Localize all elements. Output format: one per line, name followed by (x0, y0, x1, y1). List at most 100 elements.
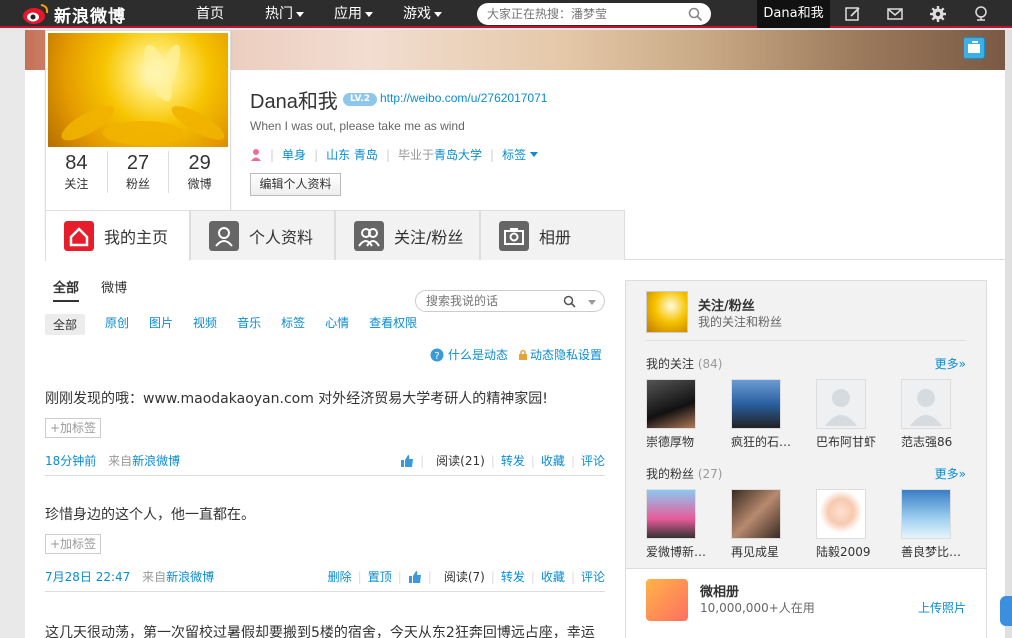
avatar-card: 84 关注 27 粉丝 29 微博 (45, 30, 231, 238)
favorite-button[interactable]: 收藏 (541, 452, 565, 469)
help-icon: ? (430, 348, 444, 362)
filter-all[interactable]: 全部 (45, 314, 86, 335)
scrollbar[interactable] (1005, 30, 1012, 638)
filter-music[interactable]: 音乐 (237, 314, 261, 335)
like-icon[interactable] (400, 454, 414, 468)
repost-button[interactable]: 转发 (501, 568, 525, 585)
post-source[interactable]: 新浪微博 (132, 454, 180, 468)
edit-profile-button[interactable]: 编辑个人资料 (250, 173, 341, 196)
following-label: 我的关注 (646, 357, 695, 371)
profile-stats: 84 关注 27 粉丝 29 微博 (46, 151, 230, 193)
stat-followers[interactable]: 27 粉丝 (106, 151, 169, 193)
compose-icon[interactable] (844, 5, 862, 23)
following-more-link[interactable]: 更多» (935, 355, 966, 372)
post-meta: 7月28日 22:47 来自新浪微博 删除 | 置顶 | | 阅读(7) | 转… (45, 568, 605, 590)
mail-icon[interactable] (886, 5, 904, 23)
relationship-status[interactable]: 单身 (282, 146, 306, 163)
filter-original[interactable]: 原创 (105, 314, 129, 335)
follow-widget-title[interactable]: 关注/粉丝 (698, 295, 755, 314)
feed-tab-all[interactable]: 全部 (53, 281, 80, 302)
feed-search-input[interactable] (416, 291, 556, 311)
privacy-settings-link[interactable]: 动态隐私设置 (530, 346, 602, 363)
user-menu[interactable]: Dana和我 (757, 0, 830, 28)
nav-games[interactable]: 游戏 (403, 0, 442, 28)
delete-button[interactable]: 删除 (328, 568, 352, 585)
tab-follow[interactable]: 关注/粉丝 (335, 210, 480, 260)
avatar (646, 379, 696, 429)
what-is-feed-link[interactable]: 什么是动态 (448, 346, 508, 363)
upload-photo-link[interactable]: 上传照片 (918, 599, 966, 616)
gear-icon[interactable] (929, 5, 947, 23)
comment-button[interactable]: 评论 (581, 452, 605, 469)
chevron-down-icon[interactable] (588, 300, 596, 305)
filter-videos[interactable]: 视频 (193, 314, 217, 335)
feed-filters: 全部 原创 图片 视频 音乐 标签 心情 查看权限 (45, 314, 437, 335)
feed-tab-weibo[interactable]: 微博 (101, 281, 127, 296)
post-time[interactable]: 7月28日 22:47 (45, 570, 130, 584)
profile-page: 84 关注 27 粉丝 29 微博 Dana和我 LV.2 http://wei… (25, 30, 1005, 638)
nav-home[interactable]: 首页 (196, 0, 224, 28)
post-actions: 删除 | 置顶 | | 阅读(7) | 转发 | 收藏 | 评论 (328, 568, 605, 585)
chevron-down-icon (530, 152, 539, 157)
profile-url[interactable]: http://weibo.com/u/2762017071 (380, 91, 547, 105)
follow-widget-subtitle: 我的关注和粉丝 (698, 315, 783, 329)
weibo-logo[interactable]: 新浪微博 (22, 3, 126, 27)
favorite-button[interactable]: 收藏 (541, 568, 565, 585)
filter-tags[interactable]: 标签 (281, 314, 305, 335)
tab-album[interactable]: 相册 (480, 210, 625, 260)
avatar[interactable] (48, 33, 228, 147)
post-source[interactable]: 新浪微博 (166, 570, 214, 584)
nav-hot[interactable]: 热门 (265, 0, 304, 28)
tab-album-label: 相册 (539, 227, 572, 247)
following-item[interactable]: 范志强86 (901, 379, 986, 450)
album-title[interactable]: 微相册 (700, 581, 739, 600)
logo-text: 新浪微博 (54, 6, 126, 27)
tags-dropdown[interactable]: 标签 (502, 146, 526, 163)
search-icon[interactable] (688, 7, 703, 22)
top-bar: 新浪微博 首页 热门 应用 游戏 Dana和我 (0, 0, 1012, 28)
scroll-top-button[interactable] (1000, 596, 1012, 626)
following-item[interactable]: 巴布阿甘虾 (816, 379, 901, 450)
filter-mood[interactable]: 心情 (325, 314, 349, 335)
stat-posts[interactable]: 29 微博 (168, 151, 230, 193)
nav-apps[interactable]: 应用 (334, 0, 373, 28)
followers-label: 我的粉丝 (646, 467, 695, 481)
separator: | (314, 147, 319, 162)
following-count: (84) (697, 357, 723, 371)
following-name: 巴布阿甘虾 (816, 435, 877, 449)
svg-text:?: ? (434, 351, 439, 362)
post-time[interactable]: 18分钟前 (45, 454, 96, 468)
stat-following[interactable]: 84 关注 (46, 151, 107, 193)
followers-more-link[interactable]: 更多» (935, 465, 966, 482)
follower-item[interactable]: 爱微博新… (646, 489, 731, 560)
level-badge[interactable]: LV.2 (343, 93, 377, 106)
follower-item[interactable]: 陆毅2009 (816, 489, 901, 560)
follower-item[interactable]: 再见成星 (731, 489, 816, 560)
like-icon[interactable] (408, 570, 422, 584)
repost-button[interactable]: 转发 (501, 452, 525, 469)
nav-hot-label: 热门 (265, 6, 293, 22)
logout-icon[interactable] (972, 5, 990, 23)
post-text: 这几天很动荡，第一次留校过暑假却要搬到5楼的宿舍，今天从东2狂奔回博远占座，幸运 (45, 625, 595, 638)
follower-item[interactable]: 善良梦比… (901, 489, 986, 560)
post-meta: 18分钟前 来自新浪微博 | 阅读(21) | 转发 | 收藏 | 评论 (45, 452, 605, 474)
top-search-input[interactable] (477, 3, 677, 25)
search-icon[interactable] (563, 295, 576, 308)
school-link[interactable]: 青岛大学 (434, 146, 482, 163)
following-item[interactable]: 疯狂的石… (731, 379, 816, 450)
separator: | (397, 569, 402, 584)
following-item[interactable]: 崇德厚物 (646, 379, 731, 450)
comment-button[interactable]: 评论 (581, 568, 605, 585)
following-title: 我的关注 (84) (646, 355, 722, 372)
add-tag-button[interactable]: +加标签 (45, 534, 101, 554)
tab-profile[interactable]: 个人资料 (190, 210, 335, 260)
weibo-eye-icon (23, 4, 49, 24)
filter-images[interactable]: 图片 (149, 314, 173, 335)
tab-home[interactable]: 我的主页 (45, 210, 190, 261)
add-tag-button[interactable]: +加标签 (45, 418, 101, 438)
change-cover-button[interactable] (963, 37, 985, 59)
location-link[interactable]: 山东 青岛 (326, 146, 378, 163)
stat-followers-count: 27 (126, 152, 150, 174)
filter-permissions[interactable]: 查看权限 (369, 314, 417, 335)
pin-button[interactable]: 置顶 (368, 568, 392, 585)
